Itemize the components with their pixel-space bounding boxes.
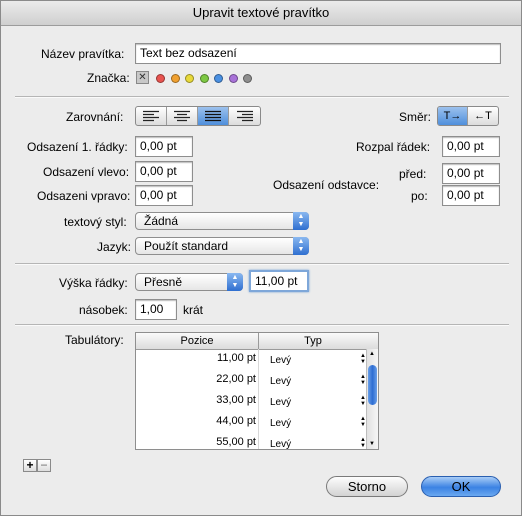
line-height-mode-popup[interactable]: Přesně ▲ ▼ (135, 273, 243, 291)
remove-tab-button[interactable]: − (37, 459, 51, 472)
separator (15, 96, 509, 98)
table-header: Pozice Typ (136, 333, 378, 350)
alignment-label: Zarovnání: (66, 110, 124, 124)
column-header-position[interactable]: Pozice (136, 333, 259, 349)
after-input[interactable]: 0,00 pt (442, 185, 500, 206)
ok-button[interactable]: OK (421, 476, 501, 497)
tab-type-cell[interactable]: Levý (270, 418, 291, 429)
tab-type-cell[interactable]: Levý (270, 376, 291, 387)
direction-label: Směr: (399, 110, 432, 124)
table-row[interactable]: 33,00 pt Levý ▲ ▼ (136, 391, 366, 412)
line-height-label: Výška řádky: (59, 276, 128, 290)
language-popup[interactable]: Použít standard ▲ ▼ (135, 237, 309, 255)
before-input[interactable]: 0,00 pt (442, 163, 500, 184)
tag-color-dot[interactable] (156, 74, 165, 83)
left-indent-input[interactable]: 0,00 pt (135, 161, 193, 182)
cancel-button[interactable]: Storno (326, 476, 408, 497)
table-scrollbar[interactable]: ▲ ▼ (366, 349, 378, 449)
text-style-popup[interactable]: Žádná ▲ ▼ (135, 212, 309, 230)
title-bar[interactable]: Upravit textové pravítko (1, 1, 521, 26)
ruler-name-input[interactable]: Text bez odsazení (135, 43, 501, 64)
tag-color-dot[interactable] (185, 74, 194, 83)
scroll-thumb[interactable] (368, 365, 377, 405)
line-height-input[interactable]: 11,00 pt (249, 270, 309, 292)
multiple-input[interactable]: 1,00 (135, 299, 177, 320)
clear-tag-button[interactable]: ✕ (136, 71, 149, 84)
table-row[interactable]: 44,00 pt Levý ▲ ▼ (136, 412, 366, 433)
table-row[interactable]: 11,00 pt Levý ▲ ▼ (136, 349, 366, 370)
line-spacing-label: Rozpal řádek: (356, 140, 431, 154)
tab-position-cell[interactable]: 11,00 pt (136, 352, 256, 364)
align-right-icon[interactable] (229, 107, 260, 125)
column-header-type[interactable]: Typ (259, 333, 367, 349)
multiple-unit-label: krát (183, 303, 204, 317)
tab-position-cell[interactable]: 33,00 pt (136, 394, 256, 406)
table-row[interactable]: 22,00 pt Levý ▲ ▼ (136, 370, 366, 391)
left-indent-label: Odsazení vlevo: (43, 165, 130, 179)
right-indent-input[interactable]: 0,00 pt (135, 185, 193, 206)
line-height-mode-value: Přesně (144, 275, 183, 289)
separator (15, 263, 509, 265)
tab-position-cell[interactable]: 44,00 pt (136, 415, 256, 427)
tab-type-cell[interactable]: Levý (270, 355, 291, 366)
tag-color-dot[interactable] (243, 74, 252, 83)
direction-segmented-control: T→ ←T (437, 106, 499, 126)
table-row[interactable]: 55,00 pt Levý ▲ ▼ (136, 433, 366, 449)
first-line-indent-label: Odsazení 1. řádky: (27, 140, 128, 154)
right-indent-label: Odsazeni vpravo: (37, 189, 131, 203)
align-center-icon[interactable] (167, 107, 198, 125)
before-label: před: (399, 167, 427, 181)
after-label: po: (411, 189, 428, 203)
tag-color-dot[interactable] (170, 74, 180, 83)
tag-color-dot[interactable] (214, 74, 223, 83)
tabs-label: Tabulátory: (65, 333, 124, 347)
dialog-window: Upravit textové pravítko Název pravítka:… (0, 0, 522, 516)
tab-position-cell[interactable]: 55,00 pt (136, 436, 256, 448)
tab-type-cell[interactable]: Levý (270, 397, 291, 408)
direction-rtl-button[interactable]: ←T (468, 107, 498, 125)
align-justify-icon[interactable] (198, 107, 229, 125)
window-title: Upravit textové pravítko (192, 5, 330, 20)
tag-color-dot[interactable] (228, 74, 238, 83)
language-label: Jazyk: (97, 240, 132, 254)
line-spacing-input[interactable]: 0,00 pt (442, 136, 500, 157)
popup-arrows-icon: ▲ ▼ (227, 273, 243, 291)
paragraph-spacing-label: Odsazení odstavce: (273, 178, 380, 192)
multiple-label: násobek: (79, 303, 128, 317)
tab-position-cell[interactable]: 22,00 pt (136, 373, 256, 385)
popup-arrows-icon: ▲ ▼ (293, 237, 309, 255)
tag-label: Značka: (87, 71, 130, 85)
direction-ltr-button[interactable]: T→ (438, 107, 469, 125)
first-line-indent-input[interactable]: 0,00 pt (135, 136, 193, 157)
text-style-label: textový styl: (64, 215, 127, 229)
alignment-segmented-control (135, 106, 261, 126)
language-value: Použít standard (144, 239, 229, 253)
ruler-name-label: Název pravítka: (41, 47, 125, 61)
tabs-table: Pozice Typ 11,00 pt Levý ▲ ▼ 22,00 pt Levý ▲ ▼ 3… (135, 332, 379, 450)
tab-type-cell[interactable]: Levý (270, 439, 291, 449)
text-style-value: Žádná (144, 214, 179, 228)
popup-arrows-icon: ▲ ▼ (293, 212, 309, 230)
scroll-up-icon[interactable]: ▲ (369, 351, 375, 357)
align-left-icon[interactable] (136, 107, 167, 125)
tag-color-dot[interactable] (199, 74, 209, 83)
scroll-down-icon[interactable]: ▼ (369, 441, 375, 447)
separator (15, 324, 509, 326)
add-tab-button[interactable]: + (23, 459, 37, 472)
